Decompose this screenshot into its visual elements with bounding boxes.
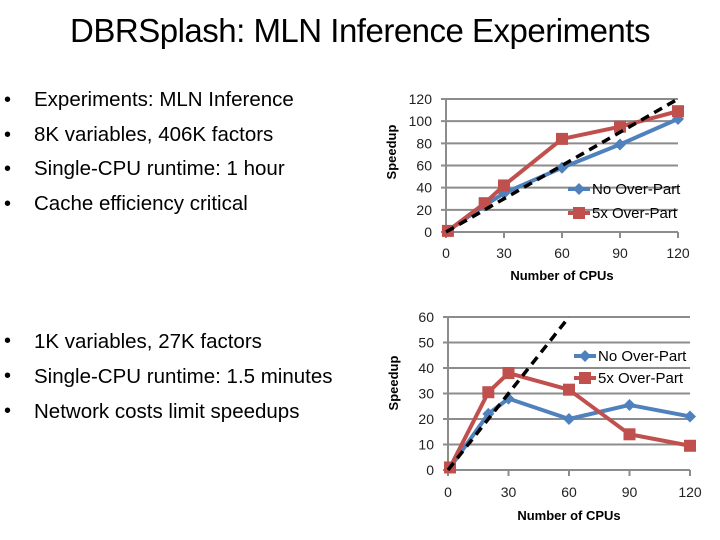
data-point-5x-over-part <box>563 383 575 396</box>
x-tick-label: 120 <box>678 484 702 500</box>
y-tick-label: 10 <box>418 437 434 453</box>
legend-label-no-over-part: No Over-Part <box>598 348 687 365</box>
data-point-5x-over-part <box>482 386 495 399</box>
x-tick-label: 60 <box>561 484 577 500</box>
data-point-no-over-part <box>563 413 575 425</box>
x-axis-title: Number of CPUs <box>517 508 620 523</box>
data-point-no-over-part <box>684 410 696 423</box>
data-point-5x-over-part <box>684 439 696 452</box>
y-tick-label: 50 <box>418 335 434 351</box>
data-point-5x-over-part <box>502 367 515 380</box>
y-tick-label: 30 <box>418 386 434 402</box>
legend-marker-square <box>579 372 591 384</box>
legend-label-5x-over-part: 5x Over-Part <box>598 370 684 387</box>
y-tick-label: 20 <box>418 411 434 427</box>
x-tick-label: 0 <box>444 484 452 500</box>
series-line-no-over-part <box>448 396 691 469</box>
x-tick-label: 90 <box>622 484 638 500</box>
y-axis-title: Speedup <box>386 355 401 410</box>
data-point-no-over-part <box>623 398 636 411</box>
y-tick-label: 40 <box>418 360 434 376</box>
data-point-5x-over-part <box>623 428 636 441</box>
x-tick-label: 30 <box>501 484 517 500</box>
y-tick-label: 60 <box>418 309 434 325</box>
legend-marker-diamond <box>579 350 591 362</box>
speedup-chart-small: 0 10 20 30 40 50 60 0 30 60 90 120 Number of CPUs Spe… <box>386 309 702 523</box>
y-tick-label: 0 <box>426 462 434 478</box>
